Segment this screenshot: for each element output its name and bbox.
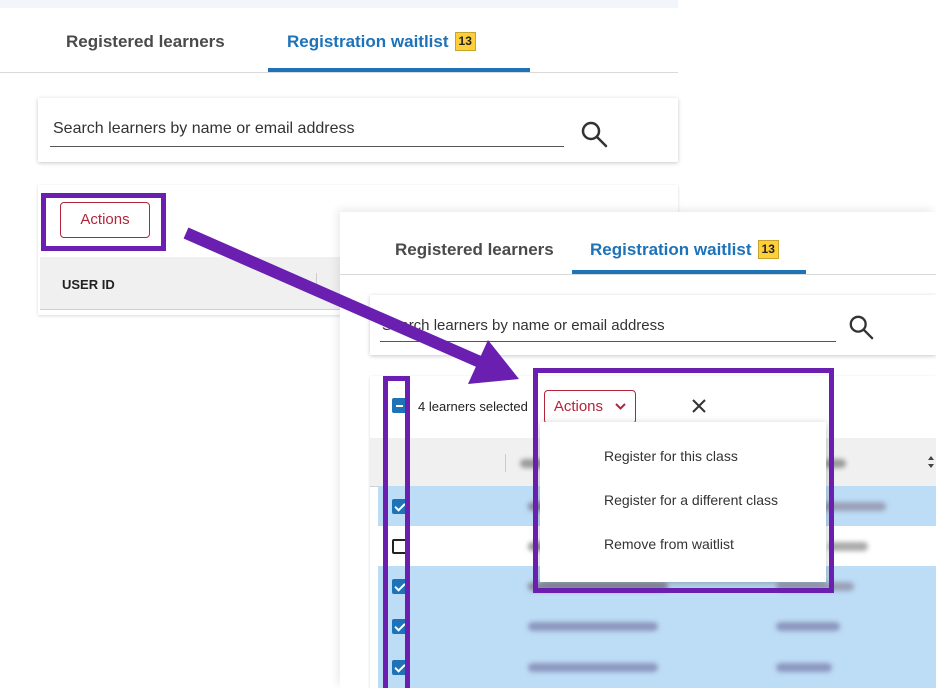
arrow-icon [183, 227, 519, 384]
